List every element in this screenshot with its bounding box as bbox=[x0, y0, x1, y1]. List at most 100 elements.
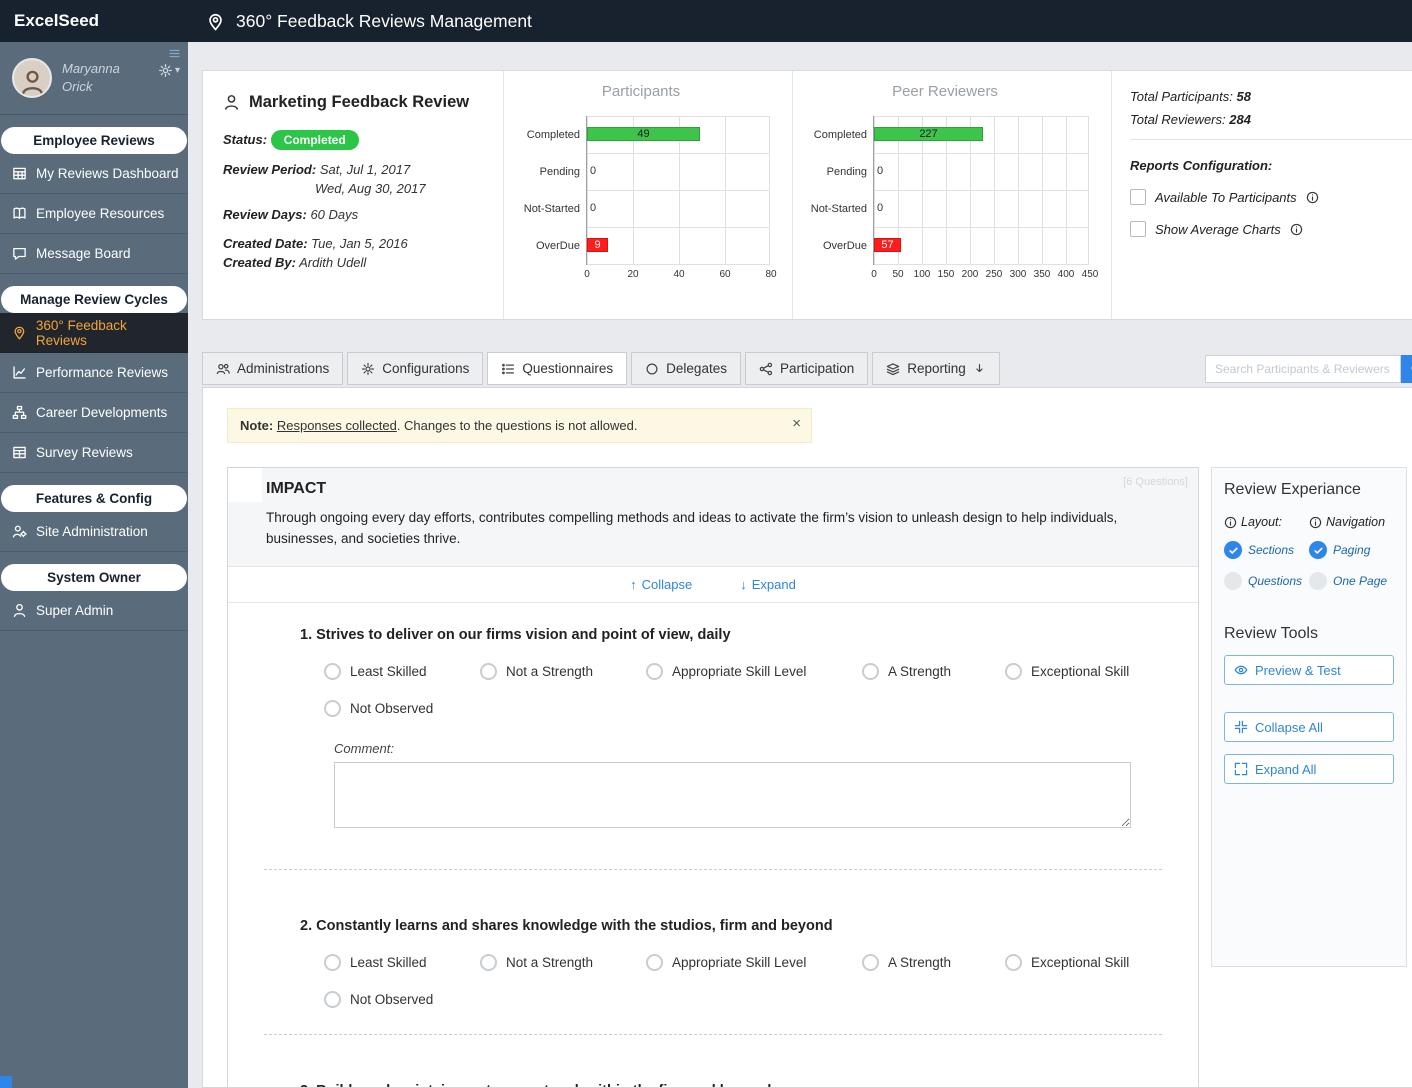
report-option-show-average-charts[interactable]: Show Average Charts bbox=[1130, 221, 1412, 237]
sidebar-item-career-developments[interactable]: Career Developments bbox=[0, 393, 188, 433]
collapse-all-button[interactable]: Collapse All bbox=[1224, 712, 1394, 742]
bar-value-zero: 0 bbox=[590, 165, 596, 177]
sidebar-item-360-feedback-reviews[interactable]: 360° Feedback Reviews bbox=[0, 313, 188, 353]
expand-all-button[interactable]: Expand All bbox=[1224, 754, 1394, 784]
collapse-link[interactable]: ↑Collapse bbox=[630, 577, 692, 592]
preview-test-button[interactable]: Preview & Test bbox=[1224, 655, 1394, 685]
option-exceptional-skill[interactable]: Exceptional Skill bbox=[1005, 663, 1129, 680]
layers-icon bbox=[886, 362, 900, 376]
grid-icon bbox=[12, 166, 27, 181]
option-label: Least Skilled bbox=[350, 664, 427, 679]
checkbox-icon bbox=[1130, 221, 1146, 237]
tab-configurations[interactable]: Configurations bbox=[347, 352, 483, 385]
option-least-skilled[interactable]: Least Skilled bbox=[324, 954, 480, 971]
bar-value-zero: 0 bbox=[590, 202, 596, 214]
questionnaire-panel: IMPACT [6 Questions] Through ongoing eve… bbox=[227, 467, 1199, 1088]
option-not-a-strength[interactable]: Not a Strength bbox=[480, 663, 646, 680]
sidebar-item-message-board[interactable]: Message Board bbox=[0, 234, 188, 274]
option-label: A Strength bbox=[888, 955, 951, 970]
sidebar-nav: Employee ReviewsMy Reviews DashboardEmpl… bbox=[0, 127, 188, 631]
chart-category-label: Pending bbox=[801, 153, 873, 190]
option-not-observed[interactable]: Not Observed bbox=[324, 991, 433, 1008]
tab-questionnaires[interactable]: Questionnaires bbox=[487, 352, 627, 385]
book-icon bbox=[12, 206, 27, 221]
sidebar-item-survey-reviews[interactable]: Survey Reviews bbox=[0, 433, 188, 473]
x-axis-tick: 100 bbox=[914, 269, 931, 280]
sidebar-item-my-reviews-dashboard[interactable]: My Reviews Dashboard bbox=[0, 154, 188, 194]
share-icon bbox=[759, 362, 773, 376]
report-option-available-to-participants[interactable]: Available To Participants bbox=[1130, 189, 1412, 205]
participants-chart: ParticipantsCompletedPendingNot-StartedO… bbox=[503, 71, 792, 319]
section-handle[interactable] bbox=[228, 468, 262, 502]
radio-icon bbox=[1005, 663, 1022, 680]
layout-options: Sections Questions bbox=[1224, 541, 1309, 590]
person-icon bbox=[12, 603, 27, 618]
collapse-icon bbox=[1234, 720, 1248, 734]
chart-category-label: Completed bbox=[512, 116, 586, 153]
x-axis-tick: 200 bbox=[962, 269, 979, 280]
x-axis-tick: 150 bbox=[938, 269, 955, 280]
circle-icon bbox=[645, 362, 659, 376]
option-appropriate-skill-level[interactable]: Appropriate Skill Level bbox=[646, 954, 862, 971]
sidebar-item-site-administration[interactable]: Site Administration bbox=[0, 512, 188, 552]
option-a-strength[interactable]: A Strength bbox=[862, 954, 1005, 971]
search-button[interactable] bbox=[1401, 355, 1412, 383]
menu-toggle-button[interactable] bbox=[168, 47, 181, 65]
expand-link[interactable]: ↓Expand bbox=[740, 577, 796, 592]
review-period-start: Sat, Jul 1, 2017 bbox=[320, 162, 410, 177]
option-appropriate-skill-level[interactable]: Appropriate Skill Level bbox=[646, 663, 862, 680]
option-label: Least Skilled bbox=[350, 955, 427, 970]
tab-administrations[interactable]: Administrations bbox=[202, 352, 343, 385]
sidebar-section-title-employee-reviews: Employee Reviews bbox=[1, 127, 187, 154]
main-area: 360° Feedback Reviews Management Marketi… bbox=[188, 0, 1412, 1088]
responses-collected-link[interactable]: Responses collected bbox=[277, 418, 397, 433]
tab-delegates[interactable]: Delegates bbox=[631, 352, 741, 385]
arrow-down-icon: ↓ bbox=[740, 577, 747, 592]
option-exceptional-skill[interactable]: Exceptional Skill bbox=[1005, 954, 1129, 971]
option-a-strength[interactable]: A Strength bbox=[862, 663, 1005, 680]
x-axis-tick: 0 bbox=[871, 269, 877, 280]
panels: IMPACT [6 Questions] Through ongoing eve… bbox=[227, 467, 1407, 1088]
scroll-corner[interactable] bbox=[0, 1076, 12, 1088]
tree-icon bbox=[12, 405, 27, 420]
toggle-questions[interactable]: Questions bbox=[1224, 572, 1309, 590]
personpin-icon bbox=[12, 325, 27, 340]
person-icon bbox=[206, 12, 225, 31]
radio-icon bbox=[646, 663, 663, 680]
navigation-label: Navigation bbox=[1326, 515, 1385, 529]
option-label: Not Observed bbox=[350, 701, 433, 716]
brand-logo: ExcelSeed bbox=[0, 0, 188, 42]
tab-reporting[interactable]: Reporting bbox=[872, 352, 1000, 385]
created-date-value: Tue, Jan 5, 2016 bbox=[311, 236, 408, 251]
tab-participation[interactable]: Participation bbox=[745, 352, 868, 385]
sidebar-item-label: 360° Feedback Reviews bbox=[36, 318, 180, 348]
sidebar-item-super-admin[interactable]: Super Admin bbox=[0, 591, 188, 631]
search-input[interactable] bbox=[1205, 355, 1401, 383]
option-not-observed[interactable]: Not Observed bbox=[324, 700, 433, 717]
chart-category-label: Not-Started bbox=[512, 190, 586, 227]
x-axis-tick: 400 bbox=[1058, 269, 1075, 280]
info-icon bbox=[1309, 516, 1322, 529]
radio-icon bbox=[324, 663, 341, 680]
tab-label: Delegates bbox=[666, 361, 727, 376]
sidebar-item-employee-resources[interactable]: Employee Resources bbox=[0, 194, 188, 234]
total-reviewers-label: Total Reviewers: bbox=[1130, 112, 1226, 127]
comment-textarea[interactable] bbox=[334, 762, 1131, 828]
status-label: Status: bbox=[223, 132, 267, 147]
tab-label: Administrations bbox=[237, 361, 329, 376]
toggle-sections[interactable]: Sections bbox=[1224, 541, 1309, 559]
eye-icon bbox=[1234, 663, 1248, 677]
option-least-skilled[interactable]: Least Skilled bbox=[324, 663, 480, 680]
option-label: Not Observed bbox=[350, 992, 433, 1007]
note-close-button[interactable]: × bbox=[792, 415, 801, 432]
created-date-label: Created Date: bbox=[223, 236, 308, 251]
option-not-a-strength[interactable]: Not a Strength bbox=[480, 954, 646, 971]
review-tools-title: Review Tools bbox=[1224, 625, 1394, 643]
toggle-one-page[interactable]: One Page bbox=[1309, 572, 1394, 590]
section-title: IMPACT bbox=[266, 480, 1178, 498]
chart-plot: 49009020406080 bbox=[586, 116, 770, 265]
question-text: 2. Constantly learns and shares knowledg… bbox=[300, 918, 1158, 934]
toggle-paging[interactable]: Paging bbox=[1309, 541, 1394, 559]
sidebar-item-performance-reviews[interactable]: Performance Reviews bbox=[0, 353, 188, 393]
check-circle-icon bbox=[1309, 541, 1327, 559]
